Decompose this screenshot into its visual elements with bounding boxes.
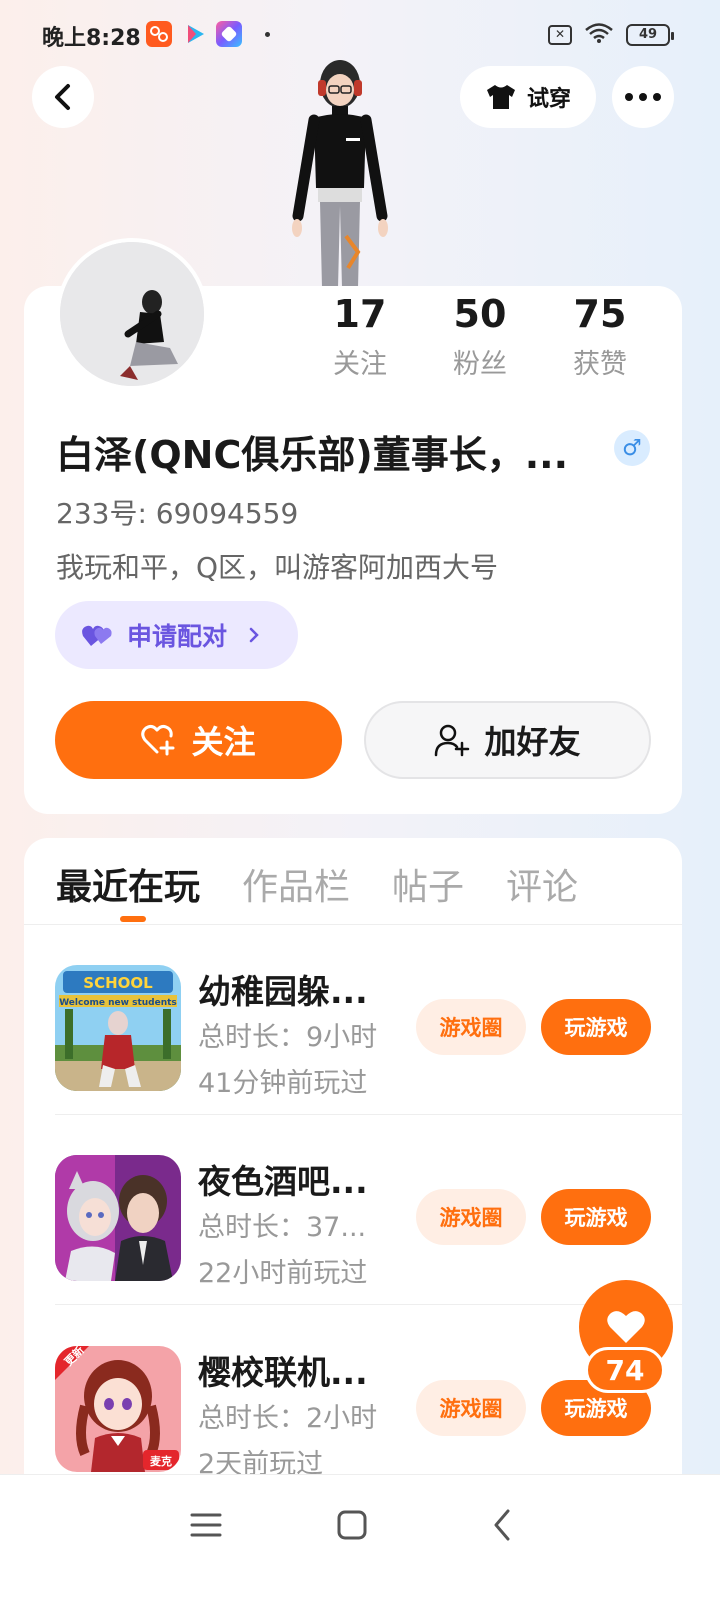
like-count: 74: [585, 1347, 665, 1393]
back-icon: [55, 84, 70, 110]
heart-icon: [607, 1311, 645, 1343]
game-circle-button[interactable]: 游戏圈: [416, 999, 526, 1055]
tab-indicator: [120, 916, 146, 922]
try-on-label: 试穿: [526, 87, 571, 112]
add-friend-button[interactable]: 加好友: [364, 701, 651, 779]
game-title: 樱校联机...: [198, 1353, 368, 1392]
tab-works[interactable]: 作品栏: [242, 858, 350, 910]
tab-comments[interactable]: 评论: [506, 858, 578, 910]
game-circle-button[interactable]: 游戏圈: [416, 1189, 526, 1245]
stat-value: 50: [453, 292, 507, 336]
user-id: 233号: 69094559: [56, 497, 299, 530]
add-friend-label: 加好友: [484, 723, 581, 761]
taobao-app-icon: [146, 21, 172, 47]
follow-label: 关注: [191, 723, 256, 761]
play-game-button[interactable]: 玩游戏: [541, 1189, 651, 1245]
game-last-played: 41分钟前玩过: [198, 1068, 368, 1099]
gallery-app-icon: [216, 21, 242, 47]
home-nav-button[interactable]: [322, 1505, 382, 1545]
username: 白泽(QNC俱乐部)董事长，...: [56, 433, 569, 477]
maike-badge: 麦克: [150, 1454, 172, 1468]
sim-off-icon: ✕: [548, 25, 572, 45]
game-duration: 总时长：2小时: [198, 1403, 378, 1434]
welcome-banner-text: Welcome new students: [59, 998, 177, 1008]
game-title: 幼稚园躲...: [198, 972, 368, 1011]
battery-indicator: 49: [626, 24, 674, 46]
game-title: 夜色酒吧...: [198, 1162, 368, 1201]
back-nav-icon: [494, 1509, 510, 1541]
game-duration: 总时长：37...: [198, 1212, 367, 1243]
school-sign-text: SCHOOL: [83, 974, 153, 992]
user-bio: 我玩和平，Q区，叫游客阿加西大号: [56, 551, 499, 584]
male-icon: ♂: [614, 430, 650, 466]
game-thumbnail[interactable]: SCHOOL Welcome new students: [55, 965, 181, 1091]
more-button[interactable]: [612, 66, 674, 128]
chevron-right-icon: [249, 627, 259, 643]
add-user-icon: [435, 724, 470, 757]
play-game-button[interactable]: 玩游戏: [541, 999, 651, 1055]
back-nav-button[interactable]: [472, 1505, 532, 1545]
game-circle-button[interactable]: 游戏圈: [416, 1380, 526, 1436]
more-icon: [625, 93, 661, 101]
double-heart-icon: [82, 625, 112, 646]
game-thumbnail[interactable]: [55, 1155, 181, 1281]
wifi-icon: [584, 22, 614, 48]
menu-icon: [190, 1513, 222, 1537]
shirt-icon: [486, 85, 515, 109]
heart-plus-icon: [141, 724, 175, 756]
back-button[interactable]: [32, 66, 94, 128]
avatar-figure[interactable]: [280, 56, 400, 288]
stat-label: 粉丝: [453, 349, 507, 380]
stat-value: 17: [333, 292, 387, 336]
stat-followers[interactable]: 50 粉丝: [453, 292, 507, 381]
game-last-played: 22小时前玩过: [198, 1258, 368, 1289]
game-duration: 总时长：9小时: [198, 1022, 378, 1053]
try-on-button[interactable]: 试穿: [460, 66, 596, 128]
stat-likes[interactable]: 75 获赞: [573, 292, 627, 381]
request-pair-button[interactable]: 申请配对: [55, 601, 298, 669]
stat-label: 获赞: [573, 349, 627, 380]
notification-dot: [265, 32, 270, 37]
game-row[interactable]: 夜色酒吧... 总时长：37... 22小时前玩过 游戏圈 玩游戏: [24, 1115, 682, 1305]
play-app-icon: [182, 21, 208, 47]
status-time: 晚上8:28: [42, 26, 141, 51]
home-icon: [337, 1510, 367, 1540]
system-nav-bar: [0, 1474, 720, 1600]
game-thumbnail[interactable]: 更新 麦克: [55, 1346, 181, 1472]
stat-following[interactable]: 17 关注: [333, 292, 387, 381]
profile-tabs: 最近在玩 作品栏 帖子 评论: [56, 858, 578, 910]
avatar[interactable]: [56, 238, 208, 390]
stat-label: 关注: [333, 349, 387, 380]
pair-label: 申请配对: [127, 622, 228, 651]
tab-recently-played[interactable]: 最近在玩: [56, 858, 200, 910]
follow-button[interactable]: 关注: [55, 701, 342, 779]
menu-nav-button[interactable]: [176, 1505, 236, 1545]
game-row[interactable]: SCHOOL Welcome new students 幼稚园躲... 总时长：…: [24, 925, 682, 1115]
tab-posts[interactable]: 帖子: [392, 858, 464, 910]
stat-value: 75: [573, 292, 627, 336]
profile-stats: 17 关注 50 粉丝 75 获赞: [300, 292, 660, 381]
